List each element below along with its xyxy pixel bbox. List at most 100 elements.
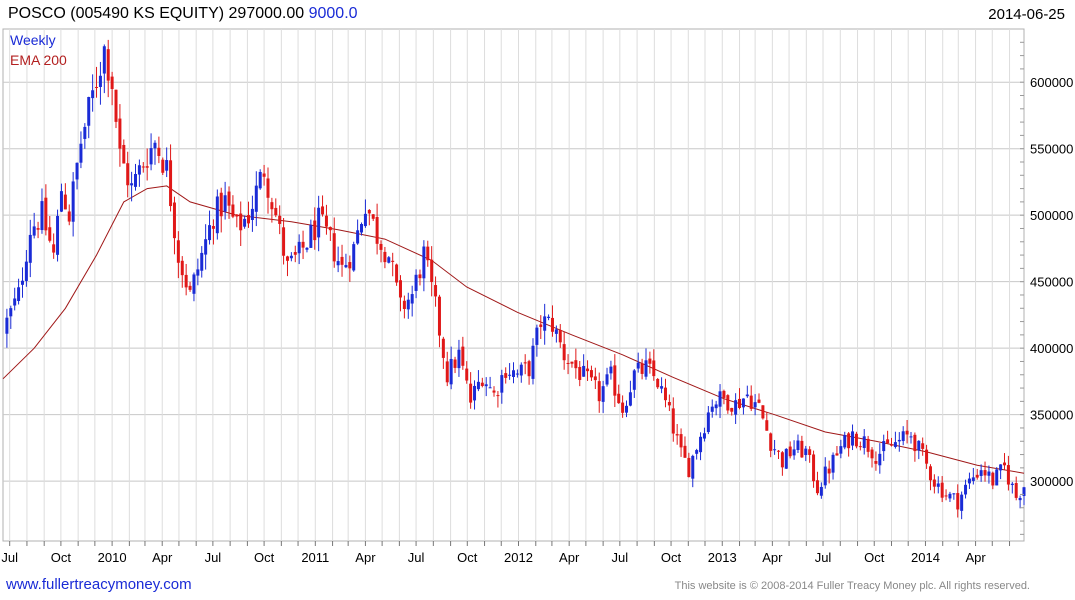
candle-body <box>102 46 106 74</box>
x-tick-label: 2014 <box>911 550 940 565</box>
candle-body <box>114 89 118 122</box>
plot-area <box>2 28 1025 542</box>
candle-body <box>847 433 851 449</box>
candle-body <box>964 484 968 495</box>
candle-body <box>578 366 582 380</box>
candle-body <box>515 373 519 375</box>
candle-body <box>632 370 636 390</box>
candle-body <box>776 450 780 452</box>
candle-body <box>543 316 547 331</box>
candle-body <box>854 433 858 447</box>
candle-body <box>512 370 515 377</box>
y-tick-label: 400000 <box>1030 341 1073 356</box>
x-tick-label: Apr <box>152 550 173 565</box>
candle-body <box>991 472 995 486</box>
candle-body <box>24 261 28 281</box>
candle-body <box>192 274 196 294</box>
candle-body <box>282 227 286 256</box>
candle-body <box>765 420 769 431</box>
candle-body <box>465 368 469 381</box>
candle-body <box>118 118 122 149</box>
candle-body <box>484 384 488 387</box>
candle-body <box>734 400 738 415</box>
candle-body <box>979 470 983 476</box>
candle-body <box>527 361 531 377</box>
candle-body <box>757 399 761 403</box>
candle-body <box>917 440 921 451</box>
weekly-candle <box>215 189 219 240</box>
candle-body <box>445 361 449 383</box>
candle-body <box>995 469 999 486</box>
candle-body <box>1014 483 1018 498</box>
candle-body <box>208 225 212 241</box>
candle-body <box>44 197 48 231</box>
candle-body <box>815 480 819 494</box>
candle-body <box>858 446 862 448</box>
candle-body <box>695 450 699 454</box>
candle-body <box>239 213 243 231</box>
candle-body <box>48 227 52 241</box>
candle-body <box>625 405 629 413</box>
candle-body <box>422 246 426 279</box>
candle-body <box>952 493 956 495</box>
candle-body <box>83 126 87 139</box>
candle-body <box>519 364 523 376</box>
candle-body <box>297 241 301 254</box>
candle-body <box>671 408 675 434</box>
x-tick-label: 2012 <box>504 550 533 565</box>
candle-body <box>999 464 1003 471</box>
candle-body <box>17 287 21 302</box>
weekly-candle <box>761 405 765 420</box>
candle-body <box>1006 465 1010 485</box>
y-tick-label: 500000 <box>1030 208 1073 223</box>
candle-body <box>691 455 695 479</box>
candle-body <box>414 274 418 291</box>
candle-body <box>882 441 886 452</box>
candle-body <box>13 298 17 306</box>
candle-body <box>36 228 40 230</box>
candle-body <box>956 493 960 510</box>
candle-body <box>243 218 247 227</box>
candle-body <box>313 220 317 241</box>
candle-body <box>936 483 940 487</box>
site-link[interactable]: www.fullertreacymoney.com <box>6 576 192 593</box>
candle-body <box>196 269 200 276</box>
candle-body <box>363 213 367 227</box>
candle-body <box>761 405 765 419</box>
chart-date: 2014-06-25 <box>988 6 1065 23</box>
candle-body <box>730 407 734 412</box>
x-tick-label: Jul <box>612 550 629 565</box>
candle-body <box>172 202 176 239</box>
candle-body <box>679 434 683 448</box>
candle-body <box>258 171 262 189</box>
candle-body <box>648 358 652 364</box>
candle-body <box>496 395 500 397</box>
candle-body <box>773 449 777 451</box>
candle-body <box>769 433 773 451</box>
x-tick-label: Apr <box>965 550 986 565</box>
candle-body <box>550 317 554 332</box>
candle-body <box>176 240 180 263</box>
candle-body <box>492 390 496 393</box>
candle-body <box>157 147 161 156</box>
candle-body <box>161 159 165 173</box>
candle-body <box>831 454 835 473</box>
candle-body <box>745 394 749 397</box>
candle-body <box>184 274 188 288</box>
candle-body <box>63 194 67 210</box>
candle-body <box>293 252 297 255</box>
candle-body <box>621 402 625 413</box>
candle-body <box>278 215 282 224</box>
candle-body <box>356 230 360 244</box>
candle-body <box>75 162 79 180</box>
candle-body <box>921 443 925 449</box>
candle-body <box>235 214 239 217</box>
candle-body <box>874 461 878 464</box>
candle-body <box>932 479 936 487</box>
candle-body <box>706 412 710 433</box>
chart-title: POSCO (005490 KS EQUITY) 297000.00 9000.… <box>8 5 358 23</box>
candle-body <box>32 226 36 236</box>
x-tick-label: Jul <box>205 550 222 565</box>
candle-body <box>983 470 987 476</box>
candle-body <box>531 345 535 379</box>
